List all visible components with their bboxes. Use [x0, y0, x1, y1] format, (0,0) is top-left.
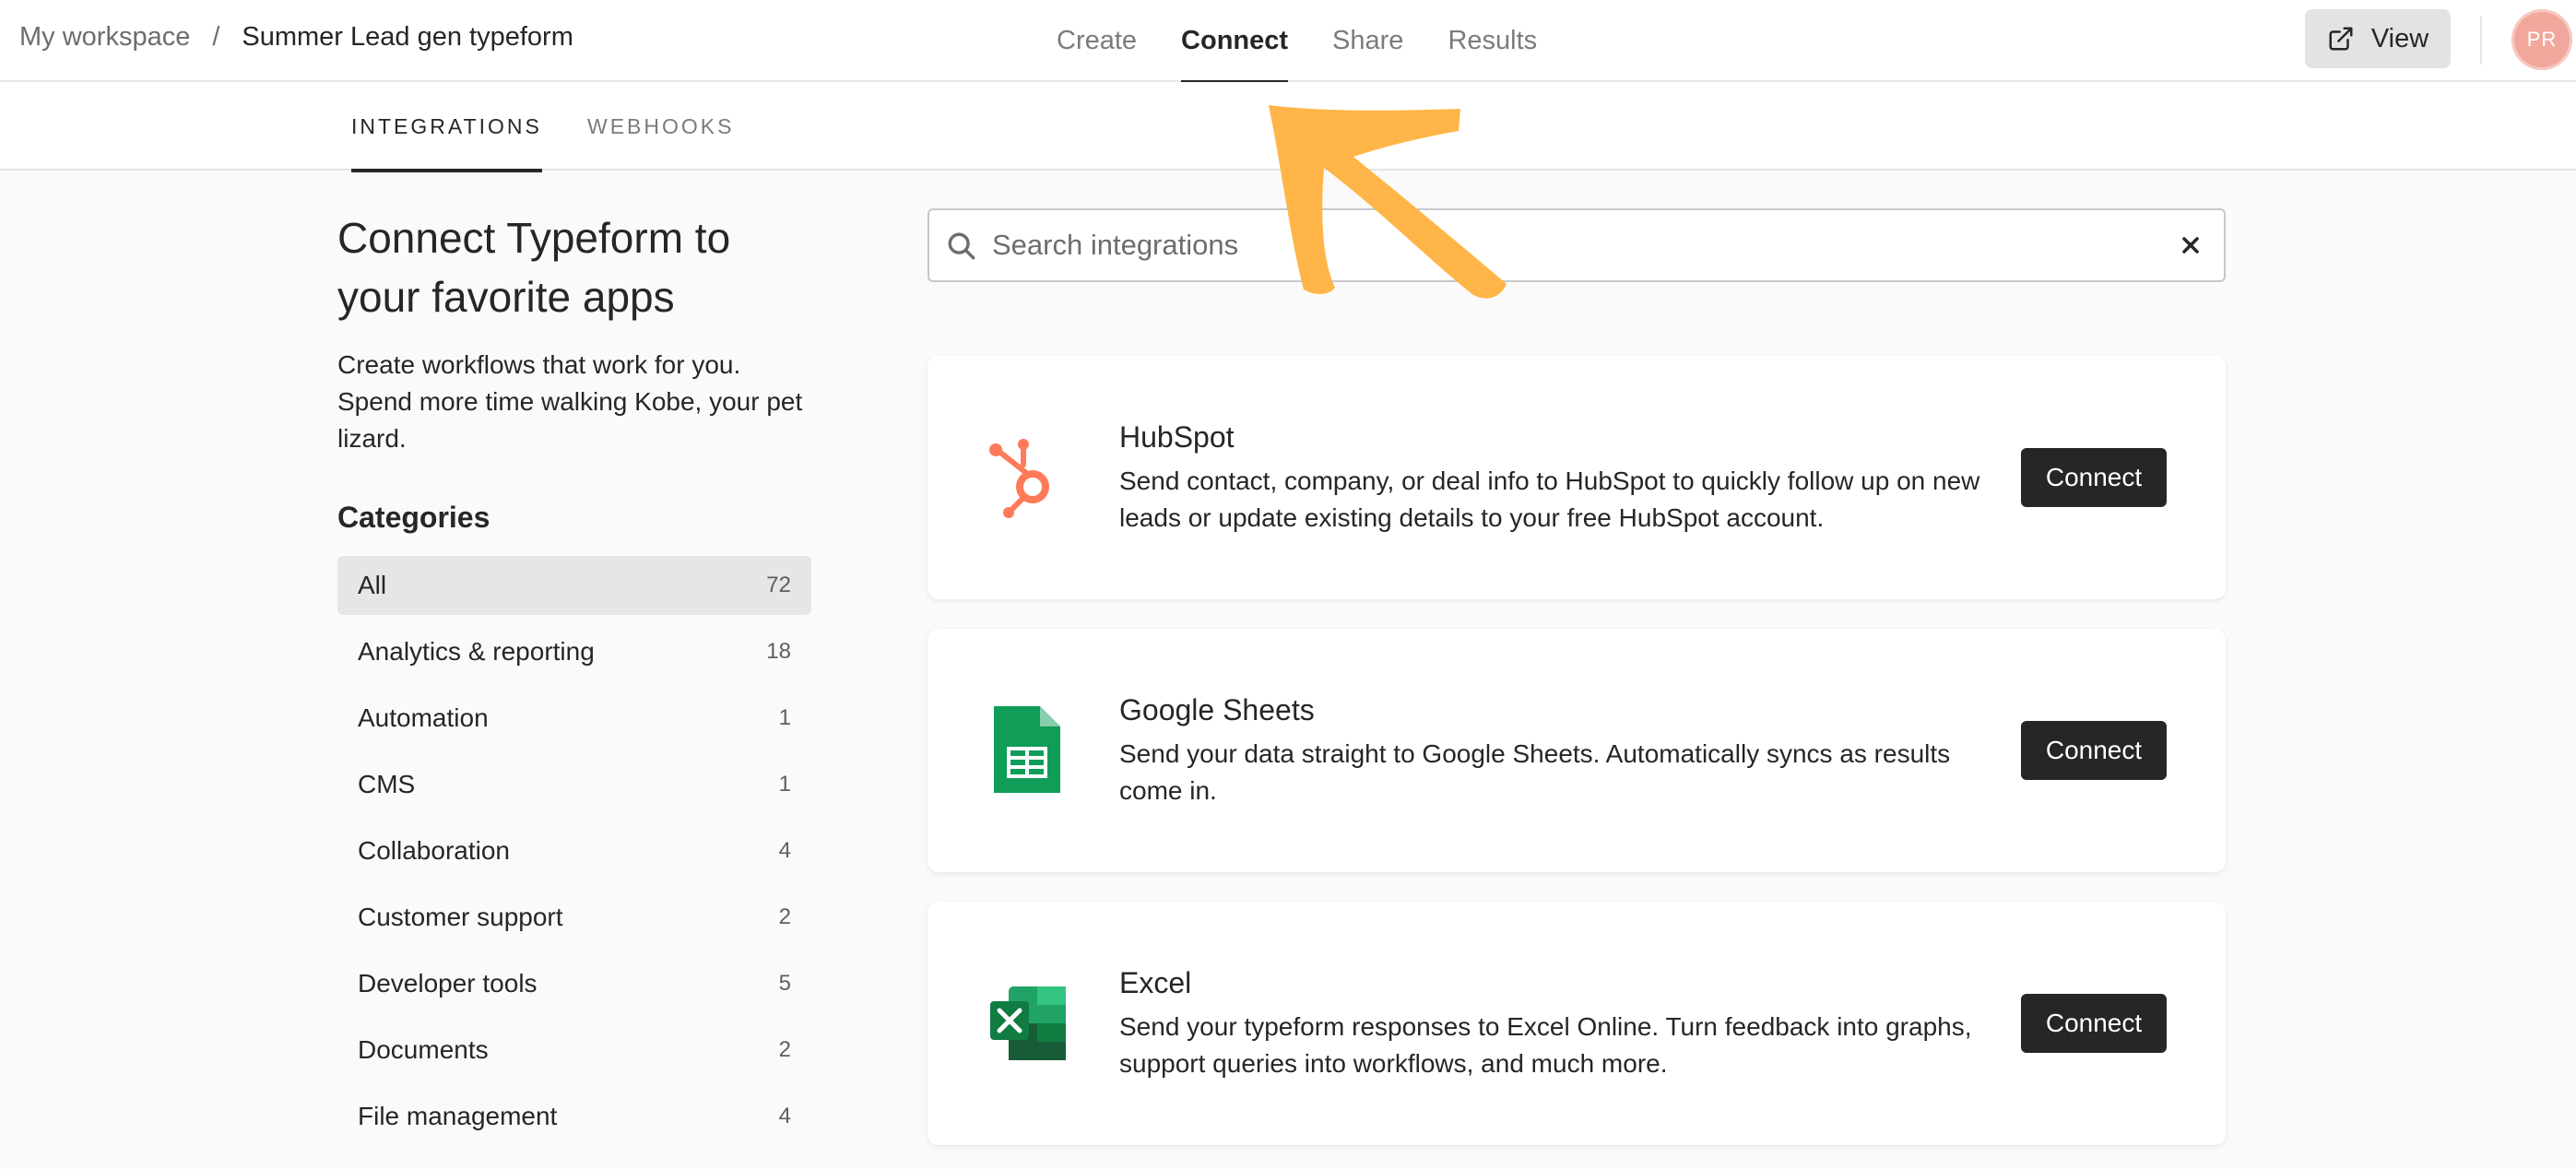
- categories-title: Categories: [337, 501, 490, 534]
- category-name: Developer tools: [358, 969, 538, 998]
- tab-share[interactable]: Share: [1332, 0, 1403, 82]
- connect-hubspot-button[interactable]: Connect: [2021, 448, 2167, 507]
- integration-description: Send your typeform responses to Excel On…: [1119, 1012, 1972, 1078]
- category-count: 4: [778, 838, 791, 863]
- page: My workspace / Summer Lead gen typeform …: [0, 0, 2576, 1169]
- category-item-file-management[interactable]: File management 4: [337, 1087, 811, 1146]
- category-count: 2: [778, 1037, 791, 1062]
- tab-connect[interactable]: Connect: [1181, 0, 1289, 84]
- search-box: [928, 208, 2226, 282]
- integration-card-hubspot: HubSpot Send contact, company, or deal i…: [928, 356, 2226, 599]
- header-divider: [2480, 17, 2482, 65]
- category-count: 5: [778, 971, 791, 996]
- connect-google-sheets-button[interactable]: Connect: [2021, 721, 2167, 780]
- page-subtext: Create workflows that work for you. Spen…: [337, 350, 803, 453]
- breadcrumb-separator: /: [212, 22, 220, 52]
- subtab-webhooks[interactable]: WEBHOOKS: [587, 82, 734, 171]
- google-sheets-logo-icon: [994, 706, 1060, 793]
- category-count: 1: [778, 772, 791, 797]
- breadcrumb: My workspace / Summer Lead gen typeform: [19, 22, 573, 53]
- integration-description: Send contact, company, or deal info to H…: [1119, 466, 1980, 532]
- category-item-developer-tools[interactable]: Developer tools 5: [337, 954, 811, 1013]
- page-title: Connect Typeform to your favorite apps: [337, 214, 731, 321]
- view-button[interactable]: View: [2305, 9, 2451, 68]
- subtab-integrations[interactable]: INTEGRATIONS: [351, 82, 542, 172]
- breadcrumb-form-title[interactable]: Summer Lead gen typeform: [242, 22, 573, 53]
- category-count: 2: [778, 904, 791, 929]
- category-list: All 72 Analytics & reporting 18 Automati…: [337, 556, 811, 1153]
- category-name: Analytics & reporting: [358, 637, 595, 666]
- annotation-arrow-icon: [1269, 105, 1507, 299]
- integration-name: Google Sheets: [1119, 693, 1315, 726]
- category-name: All: [358, 571, 387, 599]
- category-name: Automation: [358, 703, 489, 732]
- avatar[interactable]: PR: [2511, 9, 2572, 70]
- main-nav: Create Connect Share Results: [1057, 0, 1581, 84]
- category-name: Documents: [358, 1035, 489, 1064]
- tab-results[interactable]: Results: [1448, 0, 1537, 82]
- intro-section: Connect Typeform to your favorite apps C…: [337, 208, 811, 457]
- view-button-label: View: [2370, 23, 2429, 53]
- search-input[interactable]: [992, 210, 2135, 280]
- category-count: 18: [766, 639, 791, 664]
- category-item-automation[interactable]: Automation 1: [337, 689, 811, 748]
- category-name: Collaboration: [358, 836, 510, 865]
- tab-create[interactable]: Create: [1057, 0, 1137, 82]
- top-bar: My workspace / Summer Lead gen typeform …: [0, 0, 2576, 84]
- category-count: 72: [766, 573, 791, 597]
- external-link-icon: [2329, 27, 2353, 51]
- category-name: File management: [358, 1102, 558, 1130]
- category-item-documents[interactable]: Documents 2: [337, 1021, 811, 1080]
- integration-name: Excel: [1119, 966, 1192, 999]
- hubspot-logo-icon: [989, 439, 1049, 518]
- category-count: 4: [778, 1104, 791, 1128]
- breadcrumb-workspace-link[interactable]: My workspace: [19, 22, 190, 53]
- category-item-collaboration[interactable]: Collaboration 4: [337, 821, 811, 880]
- category-item-customer-support[interactable]: Customer support 2: [337, 888, 811, 947]
- category-item-analytics-reporting[interactable]: Analytics & reporting 18: [337, 622, 811, 681]
- category-name: Customer support: [358, 903, 563, 931]
- category-name: CMS: [358, 770, 416, 798]
- search-icon: [948, 232, 975, 260]
- integration-name: HubSpot: [1119, 420, 1235, 454]
- integration-card-google-sheets: Google Sheets Send your data straight to…: [928, 629, 2226, 872]
- category-item-all[interactable]: All 72: [337, 556, 811, 615]
- excel-logo-icon: [990, 986, 1066, 1060]
- connect-excel-button[interactable]: Connect: [2021, 994, 2167, 1053]
- category-item-cms[interactable]: CMS 1: [337, 755, 811, 814]
- integration-description: Send your data straight to Google Sheets…: [1119, 739, 1951, 805]
- integration-card-excel: Excel Send your typeform responses to Ex…: [928, 902, 2226, 1145]
- close-icon[interactable]: [2178, 232, 2204, 258]
- category-count: 1: [778, 705, 791, 730]
